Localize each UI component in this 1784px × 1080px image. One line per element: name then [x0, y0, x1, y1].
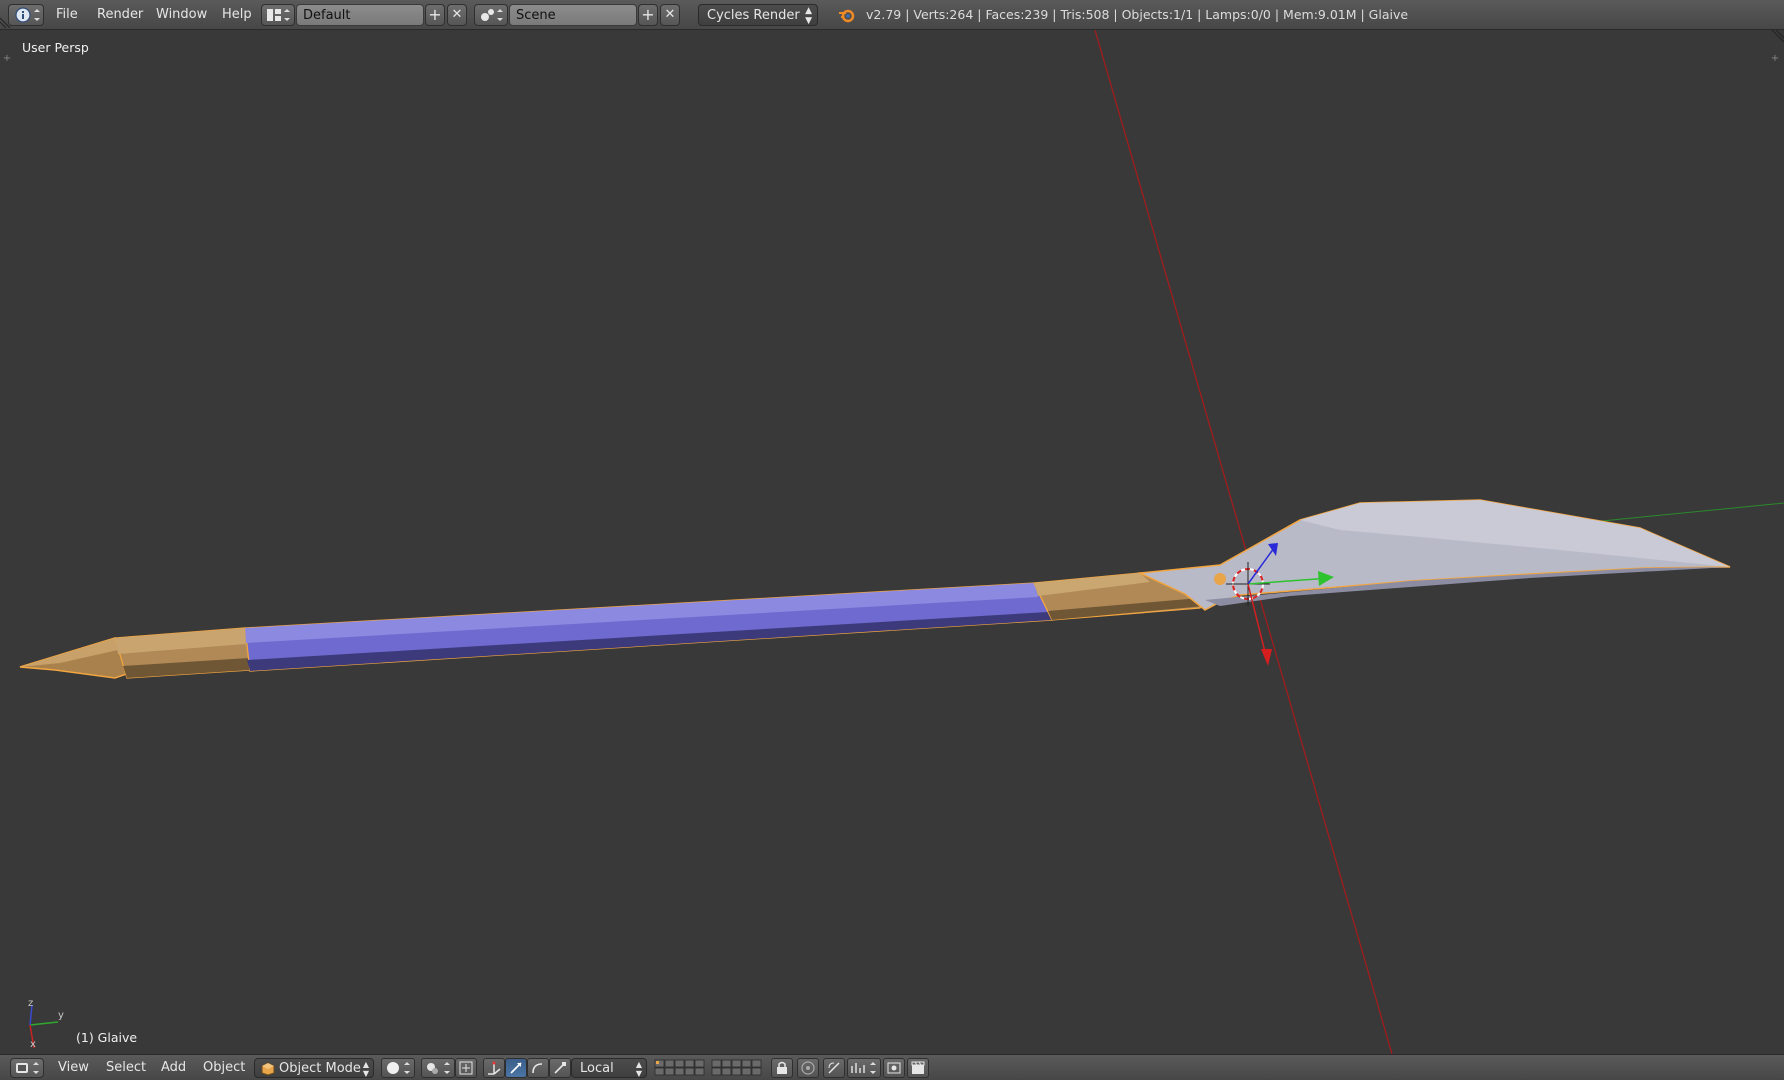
info-header: File Render Window Help Default + ✕ Scen… — [0, 0, 1784, 30]
axis-z-label: z — [28, 998, 34, 1009]
layers-icon — [711, 1059, 762, 1076]
proportional-icon — [801, 1061, 815, 1075]
axes-icon — [488, 1061, 501, 1075]
camera-icon — [911, 1061, 925, 1074]
object-origin — [1214, 573, 1226, 585]
scene-layers-group-2[interactable] — [711, 1058, 763, 1078]
transform-orientation-select[interactable]: Local ▲ ▼ — [571, 1058, 647, 1078]
pivot-icon — [427, 1062, 450, 1074]
scene-field[interactable]: Scene — [509, 4, 637, 26]
info-icon — [15, 7, 40, 23]
view-perspective-label: User Persp — [22, 40, 89, 55]
manipulator-icon — [459, 1061, 473, 1075]
opengl-render-image-button[interactable] — [883, 1058, 905, 1078]
rotate-icon — [532, 1063, 543, 1074]
screen-layout-field[interactable]: Default — [296, 4, 424, 26]
chevron-updown-icon: ▲ ▼ — [362, 1060, 369, 1078]
chevron-updown-icon: ▲ ▼ — [635, 1060, 642, 1078]
area-split-handle-left[interactable] — [0, 14, 14, 29]
scene-statistics: v2.79 | Verts:264 | Faces:239 | Tris:508… — [866, 7, 1409, 22]
viewport-canvas[interactable] — [0, 30, 1784, 1054]
delete-layout-button[interactable]: ✕ — [447, 4, 467, 26]
viewport-shading-select[interactable] — [381, 1058, 415, 1078]
toolshelf-toggle-icon[interactable]: + — [2, 54, 12, 64]
snap-element-select[interactable] — [847, 1058, 881, 1078]
lock-icon — [777, 1061, 787, 1074]
blender-logo-icon — [836, 4, 858, 26]
scene-icon — [481, 9, 503, 21]
glaive-object[interactable] — [19, 499, 1731, 679]
interaction-mode-label: Object Mode — [279, 1061, 361, 1076]
menu-render[interactable]: Render — [97, 4, 143, 26]
close-icon: ✕ — [664, 7, 676, 22]
axis-y-label: y — [58, 1010, 64, 1021]
render-engine-label: Cycles Render — [707, 8, 800, 23]
plus-icon: + — [428, 5, 442, 24]
area-split-handle-right[interactable] — [1768, 29, 1784, 46]
snap-icon — [828, 1062, 840, 1074]
layers-icon — [654, 1059, 705, 1076]
pivot-point-select[interactable] — [421, 1058, 455, 1078]
translate-manipulator-button[interactable] — [505, 1058, 527, 1078]
interaction-mode-select[interactable]: Object Mode ▲ ▼ — [254, 1058, 374, 1078]
active-object-label: (1) Glaive — [76, 1030, 138, 1045]
chevron-updown-icon: ▲ ▼ — [805, 6, 812, 26]
x-arrow-icon[interactable] — [1261, 649, 1272, 666]
plus-icon: + — [641, 5, 655, 24]
screen-layout-selector[interactable] — [261, 4, 295, 26]
view3d-editor-icon — [16, 1062, 39, 1074]
delete-scene-button[interactable]: ✕ — [660, 4, 680, 26]
editor-type-3dview-button[interactable] — [10, 1058, 44, 1078]
opengl-render-animation-button[interactable] — [907, 1058, 929, 1078]
layout-icon — [267, 9, 290, 21]
menu-object[interactable]: Object — [203, 1058, 245, 1078]
object-mode-icon — [261, 1062, 275, 1076]
scale-manipulator-button[interactable] — [549, 1058, 571, 1078]
transform-orientation-label: Local — [580, 1061, 614, 1076]
transform-widget-axes-button[interactable] — [483, 1058, 505, 1078]
menu-window[interactable]: Window — [156, 4, 207, 26]
menu-view[interactable]: View — [58, 1058, 89, 1078]
axis-x-label: x — [30, 1039, 36, 1050]
scale-icon — [554, 1062, 566, 1074]
add-layout-button[interactable]: + — [425, 4, 445, 26]
scene-selector[interactable] — [474, 4, 508, 26]
scene-layers-group-1[interactable] — [654, 1058, 706, 1078]
render-icon — [887, 1062, 901, 1074]
menu-file[interactable]: File — [56, 4, 78, 26]
snap-increment-icon — [851, 1062, 876, 1074]
close-icon: ✕ — [451, 7, 463, 22]
3d-view-header: View Select Add Object Object Mode ▲ ▼ L… — [0, 1054, 1784, 1080]
menu-add[interactable]: Add — [161, 1058, 186, 1078]
proportional-editing-button[interactable] — [797, 1058, 819, 1078]
render-engine-select[interactable]: Cycles Render ▲ ▼ — [698, 4, 818, 26]
lock-camera-layers-button[interactable] — [771, 1058, 793, 1078]
menu-select[interactable]: Select — [106, 1058, 146, 1078]
translate-icon — [510, 1062, 522, 1074]
manipulator-toggle[interactable] — [455, 1058, 477, 1078]
3d-viewport[interactable]: User Persp (1) Glaive y z x + + — [0, 29, 1784, 1054]
properties-toggle-icon[interactable]: + — [1770, 54, 1780, 64]
rotate-manipulator-button[interactable] — [527, 1058, 549, 1078]
snap-toggle-button[interactable] — [823, 1058, 845, 1078]
menu-help[interactable]: Help — [222, 4, 252, 26]
shading-icon — [387, 1062, 410, 1074]
add-scene-button[interactable]: + — [638, 4, 658, 26]
